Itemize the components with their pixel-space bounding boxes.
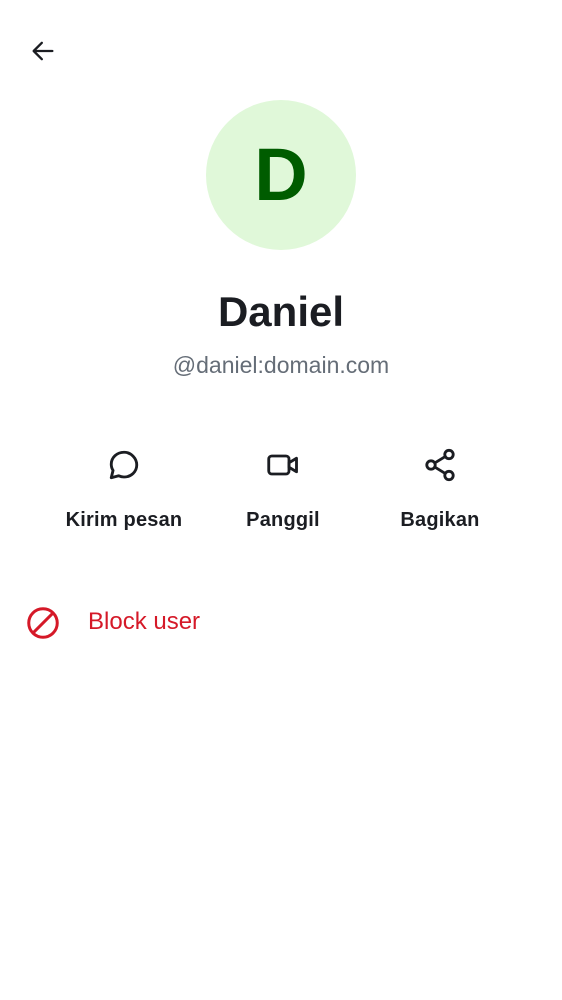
share-icon bbox=[420, 445, 460, 485]
arrow-left-icon bbox=[32, 41, 54, 61]
back-button[interactable] bbox=[22, 30, 64, 72]
block-icon bbox=[24, 604, 62, 642]
avatar-initial: D bbox=[254, 133, 308, 216]
call-button[interactable]: Panggil bbox=[203, 445, 363, 545]
block-user-label: Block user bbox=[88, 608, 201, 635]
user-id: @daniel:domain.com bbox=[172, 352, 390, 378]
send-message-button[interactable]: Kirim pesan bbox=[44, 445, 204, 545]
share-label: Bagikan bbox=[400, 509, 480, 531]
block-user-button[interactable]: Block user bbox=[0, 590, 562, 654]
action-buttons: Kirim pesan Panggil Bagikan bbox=[0, 445, 562, 545]
share-button[interactable]: Bagikan bbox=[360, 445, 520, 545]
avatar: D bbox=[206, 100, 356, 250]
call-label: Panggil bbox=[246, 509, 320, 531]
video-camera-icon bbox=[263, 445, 303, 485]
display-name: Daniel bbox=[217, 288, 345, 335]
chat-bubble-icon bbox=[104, 445, 144, 485]
send-message-label: Kirim pesan bbox=[65, 509, 183, 531]
